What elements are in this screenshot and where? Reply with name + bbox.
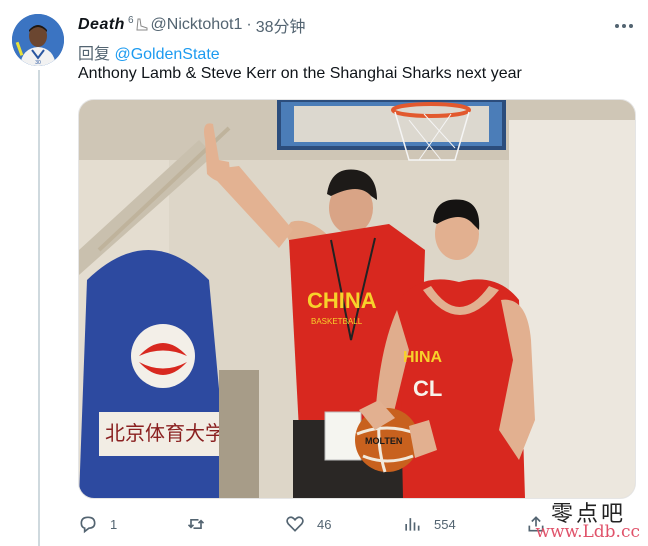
- thread-line: [38, 70, 40, 546]
- display-name[interactable]: Death: [78, 16, 125, 34]
- views-count: 554: [434, 516, 456, 532]
- jersey-left-text: CHINA: [307, 288, 377, 313]
- tweet-photo[interactable]: 北京体育大学 CHINA BASKETBALL HINA CL MOLTEN: [78, 99, 636, 499]
- user-handle[interactable]: @Nicktohot1: [151, 16, 243, 34]
- like-count: 46: [317, 516, 332, 532]
- reply-count: 1: [110, 516, 118, 532]
- reply-mention-link[interactable]: @GoldenState: [114, 46, 219, 63]
- watermark-url: www.Ldb.cc: [535, 522, 640, 542]
- watermark: 零点吧 www.Ldb.cc: [510, 496, 640, 542]
- timestamp[interactable]: 38分钟: [256, 13, 306, 37]
- retweet-button[interactable]: [186, 512, 218, 536]
- svg-text:30: 30: [35, 60, 41, 66]
- like-button[interactable]: 46: [285, 512, 331, 536]
- reply-icon: [80, 516, 96, 534]
- badge-number: 6: [127, 15, 134, 26]
- jersey-right-text: HINA: [403, 349, 443, 366]
- views-button[interactable]: 554: [402, 512, 456, 536]
- banner-text: 北京体育大学: [105, 421, 225, 445]
- separator-dot: ·: [246, 16, 252, 33]
- more-options-icon[interactable]: [612, 18, 636, 34]
- shoe-icon: [135, 18, 148, 31]
- retweet-icon: [187, 519, 205, 529]
- reply-button[interactable]: 1: [78, 512, 117, 536]
- photo-image: 北京体育大学 CHINA BASKETBALL HINA CL MOLTEN: [79, 100, 635, 498]
- views-icon: [405, 518, 420, 531]
- tweet-text: Anthony Lamb & Steve Kerr on the Shangha…: [78, 65, 522, 82]
- reply-context: 回复 @GoldenState: [78, 40, 220, 64]
- tweet-header: Death 6 @Nicktohot1 · 38分钟: [78, 14, 634, 36]
- heart-icon: [286, 516, 304, 532]
- jersey-left-subtext: BASKETBALL: [311, 317, 363, 326]
- avatar-image: 30: [12, 14, 64, 66]
- ball-text: MOLTEN: [365, 436, 402, 446]
- jersey-right-subtext: CL: [413, 376, 442, 401]
- reply-prefix: 回复: [78, 46, 111, 63]
- avatar[interactable]: 30: [12, 14, 64, 66]
